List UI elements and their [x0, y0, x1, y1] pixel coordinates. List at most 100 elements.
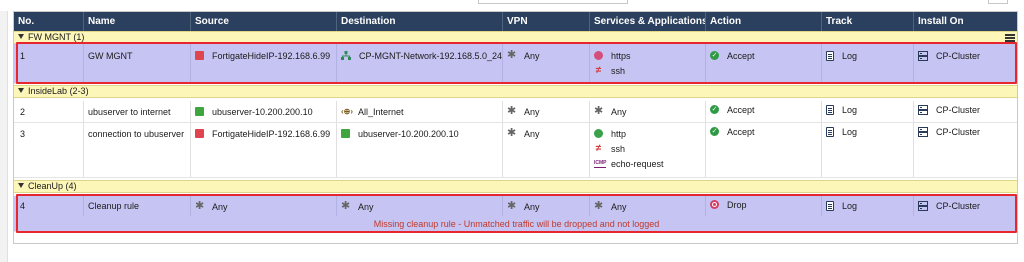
rule-vpn[interactable]: ✱ Any: [503, 101, 590, 122]
web-service-icon: [594, 129, 603, 138]
cluster-icon: [918, 105, 928, 115]
vpn-value: Any: [524, 202, 540, 212]
rule-name[interactable]: connection to ubuserver: [84, 123, 191, 177]
source-object: ubuserver-10.200.200.10: [212, 107, 313, 117]
rule-row-1[interactable]: 1 GW MGNT FortigateHideIP-192.168.6.99 C…: [14, 44, 1017, 84]
rule-vpn[interactable]: ✱ Any: [503, 123, 590, 177]
rule-action[interactable]: ✓ Accept: [706, 123, 822, 177]
rule-number: 2: [14, 101, 84, 122]
rulebase-grid: No. Name Source Destination VPN Services…: [13, 11, 1018, 244]
rule-destination[interactable]: ‹⊕› All_Internet: [337, 101, 503, 122]
left-panel-edge: [0, 0, 8, 262]
rule-track[interactable]: Log: [822, 196, 914, 216]
web-service-icon: [594, 51, 603, 60]
cluster-icon: [918, 51, 928, 61]
rule-install-on[interactable]: CP-Cluster: [914, 101, 1017, 122]
rule-source[interactable]: ✱ Any: [191, 196, 337, 216]
host-icon: [195, 107, 204, 116]
rule-row-3[interactable]: 3 connection to ubuserver FortigateHideI…: [14, 123, 1017, 178]
log-icon: [826, 127, 834, 137]
rule-track[interactable]: Log: [822, 101, 914, 122]
toolbar-strip: [0, 0, 1024, 11]
col-header-install-on[interactable]: Install On: [914, 12, 1017, 31]
rule-source[interactable]: FortigateHideIP-192.168.6.99: [191, 44, 337, 83]
cluster-icon: [918, 127, 928, 137]
rule-destination[interactable]: ✱ Any: [337, 196, 503, 216]
rule-services[interactable]: https ≠ ssh: [590, 44, 706, 83]
col-header-destination[interactable]: Destination: [337, 12, 503, 31]
col-header-services[interactable]: Services & Applications: [590, 12, 706, 31]
accept-icon: ✓: [710, 127, 719, 136]
rule-install-on[interactable]: CP-Cluster: [914, 196, 1017, 216]
drop-icon: [710, 200, 719, 209]
col-header-vpn[interactable]: VPN: [503, 12, 590, 31]
any-icon: ✱: [195, 200, 205, 212]
section-range: (1): [73, 32, 85, 42]
rule-vpn[interactable]: ✱ Any: [503, 196, 590, 216]
any-icon: ✱: [341, 200, 351, 212]
col-header-track[interactable]: Track: [822, 12, 914, 31]
rule-services[interactable]: ✱ Any: [590, 101, 706, 122]
collapse-triangle-icon[interactable]: [18, 34, 24, 40]
hamburger-menu-icon[interactable]: [1005, 34, 1015, 42]
internet-icon: ‹⊕›: [341, 107, 354, 116]
rule-row-4[interactable]: 4 Cleanup rule ✱ Any ✱ Any ✱ Any ✱ Any Drop …: [14, 196, 1017, 232]
rule-action[interactable]: ✓ Accept: [706, 101, 822, 122]
vpn-value: Any: [524, 129, 540, 139]
search-field-edge[interactable]: [478, 0, 628, 4]
network-icon: [341, 51, 351, 60]
toolbar-button-edge[interactable]: [988, 0, 1008, 4]
source-object: Any: [212, 202, 228, 212]
rule-action[interactable]: Drop: [706, 196, 822, 216]
service-item: Any: [611, 202, 627, 212]
rule-destination[interactable]: CP-MGNT-Network-192.168.5.0_24: [337, 44, 503, 83]
collapse-triangle-icon[interactable]: [18, 183, 24, 189]
vpn-value: Any: [524, 51, 540, 61]
destination-object: CP-MGNT-Network-192.168.5.0_24: [359, 51, 503, 61]
rule-action[interactable]: ✓ Accept: [706, 44, 822, 83]
rule-vpn[interactable]: ✱ Any: [503, 44, 590, 83]
any-icon: ✱: [507, 49, 517, 61]
rule-install-on[interactable]: CP-Cluster: [914, 123, 1017, 177]
rule-install-on[interactable]: CP-Cluster: [914, 44, 1017, 83]
section-range: (2-3): [69, 86, 89, 96]
track-value: Log: [842, 51, 858, 61]
col-header-source[interactable]: Source: [191, 12, 337, 31]
rule-source[interactable]: ubuserver-10.200.200.10: [191, 101, 337, 122]
rule-track[interactable]: Log: [822, 44, 914, 83]
col-header-name[interactable]: Name: [84, 12, 191, 31]
service-item: http: [611, 129, 627, 139]
rule-track[interactable]: Log: [822, 123, 914, 177]
rule-name[interactable]: Cleanup rule: [84, 196, 191, 216]
section-title: FW MGNT: [28, 32, 71, 42]
any-icon: ✱: [507, 127, 517, 139]
col-header-no[interactable]: No.: [14, 12, 84, 31]
log-icon: [826, 51, 834, 61]
action-value: Accept: [727, 127, 755, 137]
any-icon: ✱: [507, 105, 517, 117]
rule-row-2[interactable]: 2 ubuserver to internet ubuserver-10.200…: [14, 101, 1017, 123]
rule-destination[interactable]: ubuserver-10.200.200.10: [337, 123, 503, 177]
log-icon: [826, 201, 834, 211]
column-header-row: No. Name Source Destination VPN Services…: [14, 12, 1017, 31]
collapse-triangle-icon[interactable]: [18, 88, 24, 94]
rule-services[interactable]: http ≠ ssh ICMP echo-request: [590, 123, 706, 177]
section-cleanup[interactable]: CleanUp (4): [14, 180, 1017, 193]
rule-name[interactable]: GW MGNT: [84, 44, 191, 83]
section-fw-mgnt[interactable]: FW MGNT (1): [14, 31, 1017, 44]
rule-name[interactable]: ubuserver to internet: [84, 101, 191, 122]
rule-source[interactable]: FortigateHideIP-192.168.6.99: [191, 123, 337, 177]
install-target: CP-Cluster: [936, 201, 981, 211]
rule-services[interactable]: ✱ Any: [590, 196, 706, 216]
section-insidelab[interactable]: InsideLab (2-3): [14, 85, 1017, 98]
destination-object: All_Internet: [358, 107, 404, 117]
action-value: Accept: [727, 51, 755, 61]
any-icon: ✱: [594, 105, 604, 117]
service-item: ssh: [611, 66, 626, 76]
destination-object: ubuserver-10.200.200.10: [358, 129, 459, 139]
action-value: Accept: [727, 105, 755, 115]
col-header-action[interactable]: Action: [706, 12, 822, 31]
rule-number: 4: [14, 196, 84, 216]
service-item: Any: [611, 107, 627, 117]
section-range: (4): [65, 181, 77, 191]
